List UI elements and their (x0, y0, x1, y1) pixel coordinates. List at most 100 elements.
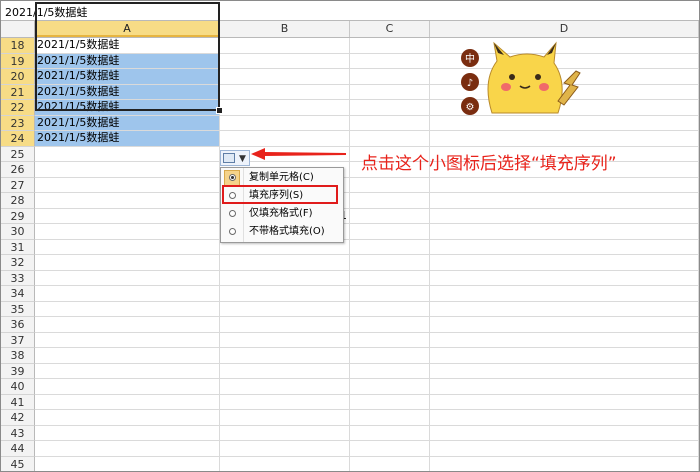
cell-a[interactable] (35, 441, 220, 457)
row-header[interactable]: 40 (1, 379, 35, 395)
cell-c[interactable] (350, 84, 430, 100)
autofill-options-button[interactable]: ▼ (220, 150, 250, 166)
row-header[interactable]: 38 (1, 348, 35, 364)
row-header[interactable]: 39 (1, 363, 35, 379)
cell-c[interactable] (350, 69, 430, 85)
row-header[interactable]: 41 (1, 394, 35, 410)
cell-a[interactable] (35, 317, 220, 333)
column-header-b[interactable]: B (220, 21, 350, 37)
cell-c[interactable] (350, 332, 430, 348)
row-header[interactable]: 19 (1, 53, 35, 69)
cell-a[interactable]: 2021/1/5数据蛙 (35, 131, 220, 147)
fill-handle[interactable] (216, 107, 223, 114)
row-header[interactable]: 25 (1, 146, 35, 162)
cell-a[interactable] (35, 239, 220, 255)
cell-b[interactable] (220, 394, 350, 410)
cell-c[interactable] (350, 301, 430, 317)
cell-b[interactable] (220, 410, 350, 426)
row-header[interactable]: 37 (1, 332, 35, 348)
cell-a[interactable]: 2021/1/5数据蛙 (35, 69, 220, 85)
row-header[interactable]: 35 (1, 301, 35, 317)
cell-a[interactable]: 2021/1/5数据蛙 (35, 38, 220, 54)
cell-b[interactable] (220, 100, 350, 116)
row-header[interactable]: 31 (1, 239, 35, 255)
cell-b[interactable] (220, 84, 350, 100)
cell-a[interactable] (35, 208, 220, 224)
formula-bar[interactable]: 2021/1/5数据蛙 (1, 1, 699, 21)
cell-a[interactable] (35, 162, 220, 178)
cell-d[interactable] (430, 394, 699, 410)
cell-d[interactable] (430, 286, 699, 302)
row-header[interactable]: 21 (1, 84, 35, 100)
cell-b[interactable] (220, 53, 350, 69)
cell-b[interactable] (220, 38, 350, 54)
cell-a[interactable] (35, 456, 220, 471)
cell-d[interactable] (430, 332, 699, 348)
cell-d[interactable] (430, 410, 699, 426)
cell-a[interactable] (35, 394, 220, 410)
cell-d[interactable] (430, 177, 699, 193)
cell-d[interactable] (430, 255, 699, 271)
row-header[interactable]: 34 (1, 286, 35, 302)
cell-c[interactable] (350, 394, 430, 410)
cell-a[interactable] (35, 363, 220, 379)
cell-d[interactable] (430, 301, 699, 317)
cell-d[interactable] (430, 348, 699, 364)
cell-a[interactable] (35, 332, 220, 348)
cell-c[interactable] (350, 363, 430, 379)
cell-c[interactable] (350, 38, 430, 54)
cell-a[interactable] (35, 379, 220, 395)
menu-item-fill-without-formatting[interactable]: 不带格式填充(O) (221, 223, 343, 241)
column-header-d[interactable]: D (430, 21, 699, 37)
cell-b[interactable] (220, 255, 350, 271)
cell-c[interactable] (350, 239, 430, 255)
cell-d[interactable] (430, 270, 699, 286)
cell-c[interactable] (350, 177, 430, 193)
row-header[interactable]: 28 (1, 193, 35, 209)
cell-c[interactable] (350, 115, 430, 131)
cell-d[interactable] (430, 379, 699, 395)
row-header[interactable]: 30 (1, 224, 35, 240)
cell-b[interactable] (220, 317, 350, 333)
row-header[interactable]: 26 (1, 162, 35, 178)
cell-b[interactable] (220, 69, 350, 85)
cell-c[interactable] (350, 317, 430, 333)
cell-a[interactable] (35, 348, 220, 364)
cell-b[interactable] (220, 286, 350, 302)
cell-c[interactable] (350, 410, 430, 426)
row-header[interactable]: 36 (1, 317, 35, 333)
cell-b[interactable] (220, 332, 350, 348)
cell-c[interactable] (350, 270, 430, 286)
formula-bar-value[interactable]: 2021/1/5数据蛙 (5, 4, 87, 20)
cell-d[interactable] (430, 441, 699, 457)
row-header[interactable]: 43 (1, 425, 35, 441)
cell-a[interactable] (35, 224, 220, 240)
cell-d[interactable] (430, 317, 699, 333)
cell-c[interactable] (350, 193, 430, 209)
menu-item-fill-formatting-only[interactable]: 仅填充格式(F) (221, 205, 343, 223)
row-header[interactable]: 27 (1, 177, 35, 193)
cell-b[interactable] (220, 131, 350, 147)
cell-c[interactable] (350, 208, 430, 224)
cell-c[interactable] (350, 286, 430, 302)
row-header[interactable]: 24 (1, 131, 35, 147)
cell-b[interactable] (220, 363, 350, 379)
cell-c[interactable] (350, 53, 430, 69)
select-all-corner[interactable] (1, 21, 35, 37)
cell-a[interactable]: 2021/1/5数据蛙 (35, 115, 220, 131)
row-header[interactable]: 33 (1, 270, 35, 286)
cell-d[interactable] (430, 208, 699, 224)
cell-b[interactable] (220, 348, 350, 364)
cell-b[interactable] (220, 270, 350, 286)
cell-d[interactable] (430, 224, 699, 240)
cell-c[interactable] (350, 100, 430, 116)
row-header[interactable]: 32 (1, 255, 35, 271)
cell-b[interactable] (220, 456, 350, 471)
cell-b[interactable] (220, 301, 350, 317)
cell-c[interactable] (350, 441, 430, 457)
row-header[interactable]: 20 (1, 69, 35, 85)
row-header[interactable]: 45 (1, 456, 35, 471)
cell-b[interactable] (220, 379, 350, 395)
cell-c[interactable] (350, 456, 430, 471)
row-header[interactable]: 22 (1, 100, 35, 116)
